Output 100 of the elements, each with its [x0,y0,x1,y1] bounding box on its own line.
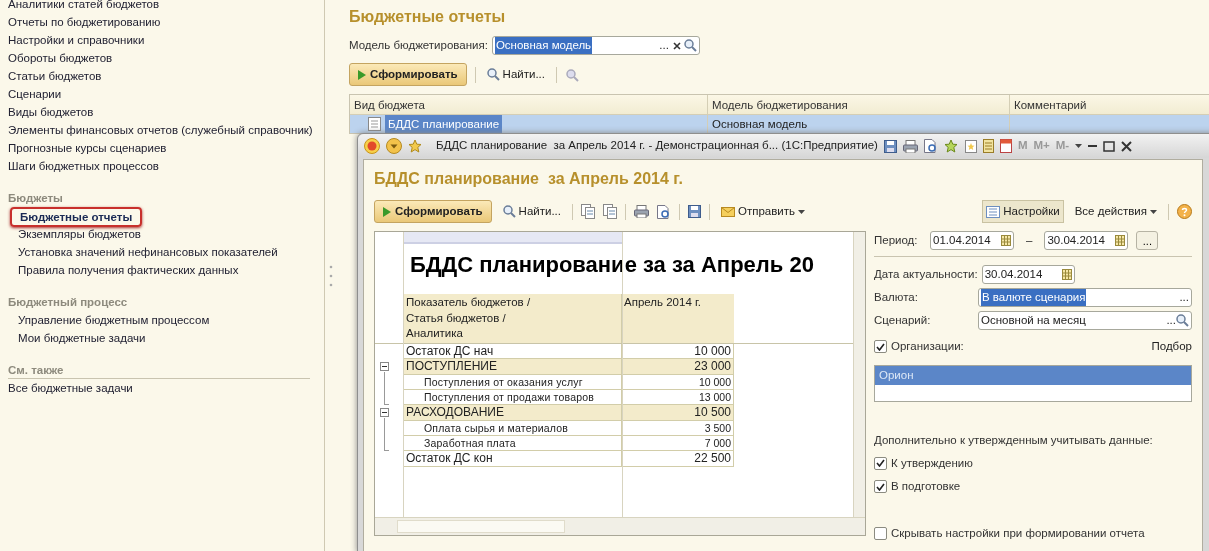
row-value: 3 500 [704,421,731,434]
settings-list-icon [986,205,1001,218]
field-label: Организации: [891,339,964,355]
find-button[interactable]: Найти... [483,64,548,86]
field-value: 30.04.2014 [984,267,1043,283]
select-button[interactable]: ... [1166,312,1176,330]
currency-field[interactable]: В валюте сценария ... [978,288,1192,308]
document-icon [368,117,381,132]
column-header: Показатель бюджетов / Статья бюджетов / Аналитика [404,294,622,343]
dropdown-circle-icon [386,138,402,154]
range-dash: – [1025,233,1034,249]
find-button[interactable]: Найти... [499,201,564,223]
vertical-scrollbar[interactable] [853,232,865,518]
column-header[interactable]: Вид бюджета [350,95,708,115]
row-label: Поступления от продажи товаров [424,390,595,403]
field-value: Основной на месяц [981,313,1086,329]
row-value: 23 000 [694,359,731,374]
sidebar-link[interactable]: Аналитики статей бюджетов [8,0,325,13]
field-label: Период: [874,233,919,249]
checkbox[interactable] [874,456,887,470]
section-heading: См. также [8,361,311,379]
horizontal-scrollbar[interactable] [375,517,865,536]
checkmark-icon [876,342,885,351]
select-button[interactable]: ... [1179,289,1189,307]
printer-icon [902,139,918,153]
envelope-icon [721,206,735,217]
checkbox[interactable] [874,527,887,541]
field-label: Модель бюджетирования: [349,37,488,53]
sidebar-link[interactable]: Отчеты по бюджетированию [8,13,325,31]
row-label: Оплата сырья и материалов [424,421,569,434]
search-icon [502,205,516,219]
bookmark-star-icon [964,139,977,153]
generate-button[interactable]: Сформировать [349,63,467,87]
row-label: РАСХОДОВАНИЕ [406,405,504,420]
sidebar-link[interactable]: Настройки и справочники [8,31,325,49]
checkmark-icon [876,482,885,491]
search-icon [1176,314,1189,328]
search-icon [683,39,697,52]
star-icon [408,139,422,153]
row-label: Поступления от оказания услуг [424,375,583,388]
all-actions-button[interactable]: Все действия [1071,201,1160,223]
sidebar-link[interactable]: Экземпляры бюджетов [18,228,141,240]
sidebar-link[interactable]: Управление бюджетным процессом [18,314,210,326]
collapse-icon[interactable] [380,408,389,418]
report-title: БДДС планирование за за Апрель 20 [410,251,815,280]
generate-button[interactable]: Сформировать [374,200,492,224]
report-heading: БДДС планирование за Апрель 2014 г. [374,169,684,189]
search-cancel-icon [565,67,579,82]
date-field[interactable]: 30.04.2014 [981,265,1075,285]
sidebar-link[interactable]: Прогнозные курсы сценариев [8,139,325,157]
sidebar-link[interactable]: Бюджетные отчеты [10,207,143,227]
calendar-icon [1115,235,1126,247]
field-value: Основная модель [494,36,593,55]
checkbox[interactable] [874,340,887,354]
window-title: БДДС планирование за Апрель 2014 г. - Демонстрационная б... (1С:Предприятие) [436,138,878,154]
sidebar-link[interactable]: Все бюджетные задачи [8,382,133,394]
sidebar-link[interactable]: Правила получения фактических данных [18,264,239,276]
sidebar-link[interactable]: Сценарии [8,85,325,103]
table-cell: БДДС планирование [385,115,503,134]
sidebar-link[interactable]: Статьи бюджетов [8,67,325,85]
column-header: Апрель 2014 г. [623,295,702,311]
row-value: 10 500 [694,405,731,420]
caret-icon [1075,144,1083,148]
sidebar-link[interactable]: Мои бюджетные задачи [18,332,146,344]
play-icon [383,206,391,217]
more-button[interactable]: ... [1136,231,1159,251]
model-field[interactable]: Основная модель ... [491,36,700,55]
send-button[interactable]: Отправить [718,201,809,223]
field-label: Валюта: [874,290,919,306]
calculator-icon [982,139,994,153]
documents-icon [581,204,595,220]
close-icon [1121,140,1133,152]
app-logo-icon [364,138,380,154]
sidebar-link[interactable]: Элементы финансовых отчетов (служебный справочник) [8,121,325,139]
row-value: 10 000 [694,343,731,358]
field-value: 30.04.2014 [1047,233,1105,249]
sidebar-link[interactable]: Установка значений нефинансовых показателей [18,246,278,258]
pick-link[interactable]: Подбор [1151,338,1192,356]
field-label: В подготовке [891,479,961,494]
documents-icon [603,204,617,220]
date-field[interactable]: 01.04.2014 [930,231,1014,251]
field-label: Скрывать настройки при формировании отчета [891,526,1145,542]
scenario-field[interactable]: Основной на месяц ... [978,311,1192,331]
calendar-icon [1061,269,1072,281]
sidebar-link[interactable]: Шаги бюджетных процессов [8,157,325,175]
checkmark-icon [876,459,885,468]
section-heading: Бюджеты [8,191,64,206]
settings-button[interactable]: Настройки [982,200,1064,224]
checkbox[interactable] [874,480,887,494]
sidebar-link[interactable]: Обороты бюджетов [8,49,325,67]
column-header[interactable]: Комментарий [1010,95,1209,115]
sidebar-link[interactable]: Виды бюджетов [8,103,325,121]
row-label: ПОСТУПЛЕНИЕ [406,359,497,374]
collapse-icon[interactable] [380,362,389,372]
play-icon [358,69,366,80]
table-row[interactable]: БДДС планирование Основная модель [350,115,1209,134]
select-button[interactable]: ... [655,36,673,55]
date-field[interactable]: 30.04.2014 [1044,231,1129,251]
field-value: 01.04.2014 [933,233,991,249]
column-header[interactable]: Модель бюджетирования [708,95,1010,115]
